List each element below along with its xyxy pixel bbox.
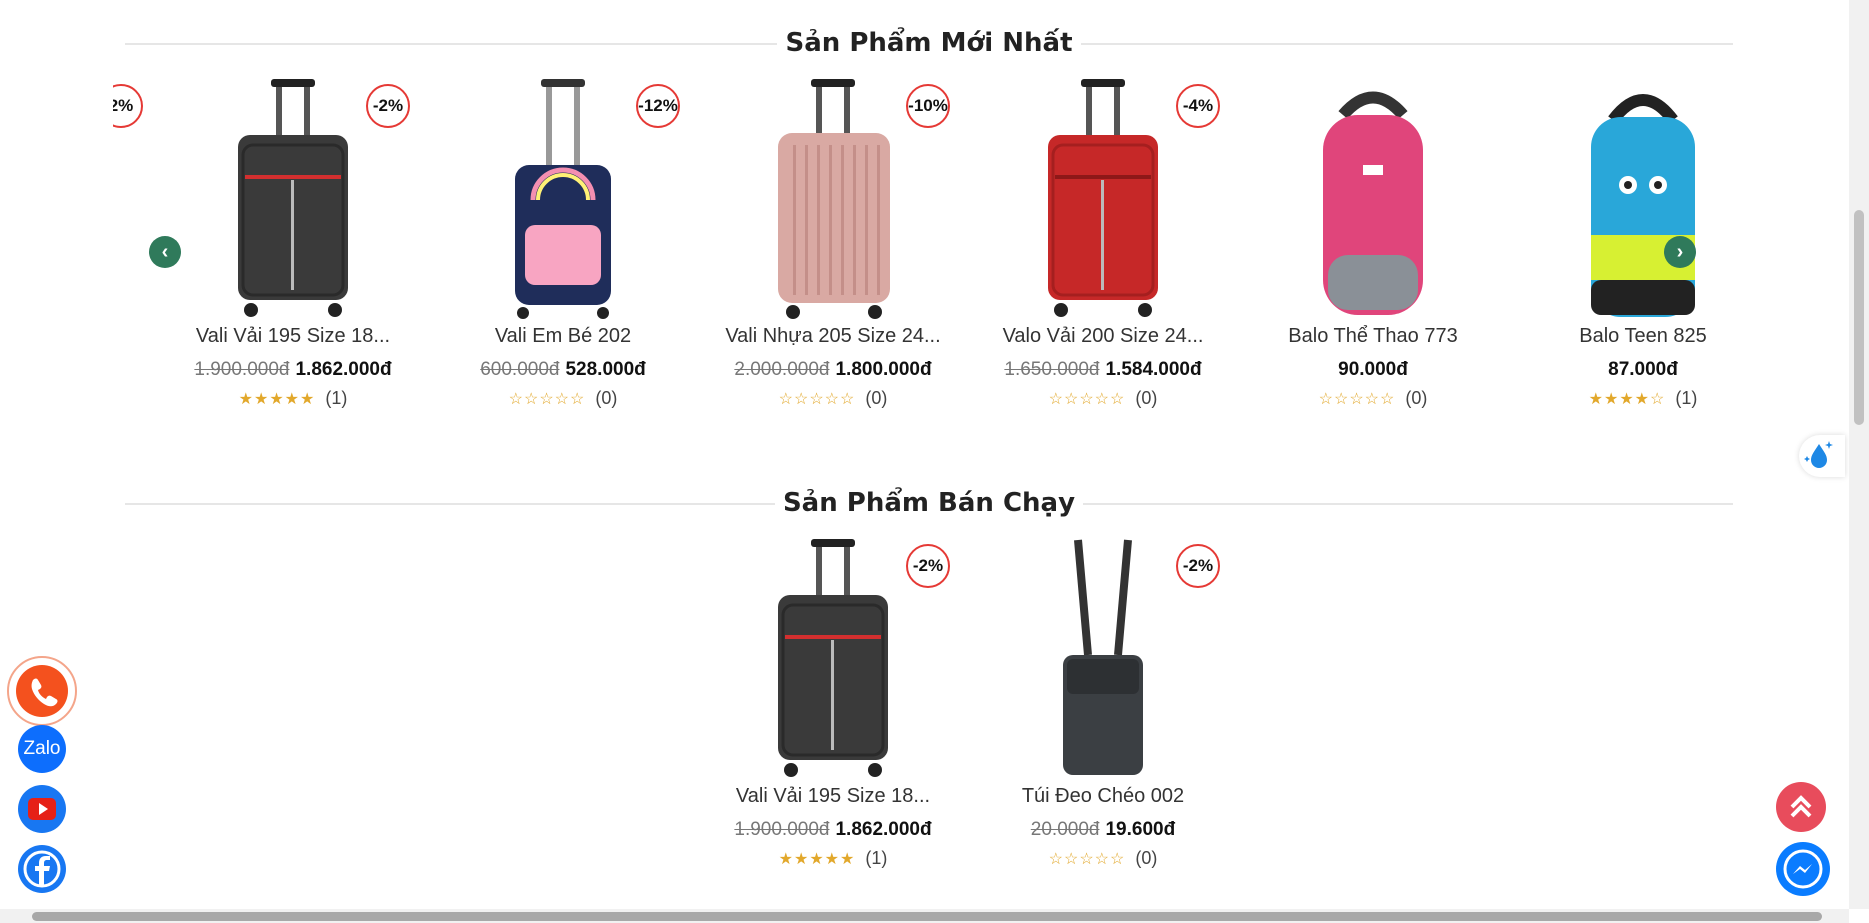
partial-discount-badge: 2% bbox=[113, 84, 143, 128]
sale-price: 1.800.000đ bbox=[835, 359, 932, 380]
theme-toggle-button[interactable] bbox=[1799, 435, 1845, 477]
best-products-list: -2% Vali Vải 195 Size 18... 1.900.000đ 1.86… bbox=[113, 535, 1735, 905]
old-price: 2.000.000đ bbox=[734, 359, 830, 380]
messenger-icon bbox=[1783, 849, 1823, 889]
phone-icon bbox=[16, 665, 68, 717]
horizontal-scrollbar[interactable] bbox=[0, 909, 1849, 923]
youtube-button[interactable] bbox=[18, 785, 66, 833]
product-rating: ☆☆☆☆☆ (0) bbox=[698, 388, 968, 409]
carousel-next-button[interactable]: › bbox=[1664, 236, 1696, 268]
double-chevron-up-icon bbox=[1790, 795, 1812, 818]
review-count: (1) bbox=[865, 848, 888, 868]
product-rating: ★★★★☆ (1) bbox=[1508, 388, 1735, 409]
section-new-title: Sản Phẩm Mới Nhất bbox=[125, 28, 1733, 58]
youtube-icon bbox=[18, 785, 66, 833]
rating-stars: ☆☆☆☆☆ bbox=[1048, 391, 1126, 408]
old-price: 1.650.000đ bbox=[1004, 359, 1100, 380]
carousel-prev-button[interactable]: ‹ bbox=[149, 236, 181, 268]
new-products-carousel: -2% Vali Vải 195 Size 18... 1.900.000đ 1.86… bbox=[113, 75, 1735, 445]
sale-price: 1.862.000đ bbox=[295, 359, 392, 380]
discount-badge: -2% bbox=[1176, 544, 1220, 588]
rating-stars: ☆☆☆☆☆ bbox=[1318, 391, 1396, 408]
sale-price: 1.584.000đ bbox=[1105, 359, 1202, 380]
vertical-scrollbar-thumb[interactable] bbox=[1854, 210, 1864, 425]
product-price: 87.000đ bbox=[1508, 359, 1735, 381]
product-name[interactable]: Vali Em Bé 202 bbox=[428, 325, 698, 348]
product-card[interactable]: Balo Thể Thao 773 90.000đ ☆☆☆☆☆ (0) bbox=[1238, 75, 1508, 445]
product-card[interactable]: -2% Túi Đeo Chéo 002 20.000đ 19.600đ ☆☆☆☆☆ (0… bbox=[968, 535, 1238, 905]
old-price: 20.000đ bbox=[1030, 819, 1100, 840]
product-name[interactable]: Valo Vải 200 Size 24... bbox=[968, 325, 1238, 348]
review-count: (0) bbox=[1135, 388, 1158, 408]
rating-stars: ☆☆☆☆☆ bbox=[778, 391, 856, 408]
product-price: 600.000đ 528.000đ bbox=[428, 359, 698, 381]
product-price: 1.900.000đ 1.862.000đ bbox=[158, 359, 428, 381]
discount-badge: -2% bbox=[366, 84, 410, 128]
sale-price: 528.000đ bbox=[565, 359, 646, 380]
facebook-icon bbox=[23, 850, 61, 888]
discount-badge: -12% bbox=[636, 84, 680, 128]
section-best-title: Sản Phẩm Bán Chạy bbox=[125, 488, 1733, 518]
product-card[interactable]: -4% Valo Vải 200 Size 24... 1.650.000đ 1.58… bbox=[968, 75, 1238, 445]
sale-price: 87.000đ bbox=[1608, 359, 1678, 380]
product-price: 20.000đ 19.600đ bbox=[968, 819, 1238, 841]
review-count: (0) bbox=[1405, 388, 1428, 408]
product-name[interactable]: Túi Đeo Chéo 002 bbox=[968, 785, 1238, 808]
product-price: 90.000đ bbox=[1238, 359, 1508, 381]
review-count: (1) bbox=[325, 388, 348, 408]
vertical-scrollbar[interactable] bbox=[1849, 0, 1869, 909]
product-card[interactable]: -10% Vali Nhựa 205 Size 24... 2.000.000đ 1.… bbox=[698, 75, 968, 445]
product-price: 2.000.000đ 1.800.000đ bbox=[698, 359, 968, 381]
product-rating: ★★★★★ (1) bbox=[698, 848, 968, 869]
product-price: 1.900.000đ 1.862.000đ bbox=[698, 819, 968, 841]
rating-stars: ☆☆☆☆☆ bbox=[508, 391, 586, 408]
product-name[interactable]: Balo Thể Thao 773 bbox=[1238, 325, 1508, 348]
review-count: (0) bbox=[595, 388, 618, 408]
product-name[interactable]: Vali Vải 195 Size 18... bbox=[698, 785, 968, 808]
review-count: (0) bbox=[1135, 848, 1158, 868]
product-name[interactable]: Balo Teen 825 bbox=[1508, 325, 1735, 348]
old-price: 1.900.000đ bbox=[734, 819, 830, 840]
zalo-button[interactable]: Zalo bbox=[18, 725, 66, 773]
product-rating: ☆☆☆☆☆ (0) bbox=[428, 388, 698, 409]
water-drop-icon bbox=[1804, 441, 1833, 468]
product-rating: ☆☆☆☆☆ (0) bbox=[968, 388, 1238, 409]
product-price: 1.650.000đ 1.584.000đ bbox=[968, 359, 1238, 381]
rating-stars: ★★★★★ bbox=[778, 851, 856, 868]
product-card[interactable]: -12% Vali Em Bé 202 600.000đ 528.000đ ☆☆☆☆☆ (… bbox=[428, 75, 698, 445]
horizontal-scrollbar-thumb[interactable] bbox=[32, 912, 1822, 921]
product-card[interactable]: Balo Teen 825 87.000đ ★★★★☆ (1) bbox=[1508, 75, 1735, 445]
discount-badge: -4% bbox=[1176, 84, 1220, 128]
rating-stars: ☆☆☆☆☆ bbox=[1048, 851, 1126, 868]
review-count: (0) bbox=[865, 388, 888, 408]
product-name[interactable]: Vali Nhựa 205 Size 24... bbox=[698, 325, 968, 348]
product-rating: ☆☆☆☆☆ (0) bbox=[968, 848, 1238, 869]
product-rating: ☆☆☆☆☆ (0) bbox=[1238, 388, 1508, 409]
old-price: 600.000đ bbox=[480, 359, 560, 380]
product-card[interactable]: -2% Vali Vải 195 Size 18... 1.900.000đ 1.86… bbox=[698, 535, 968, 905]
product-image[interactable] bbox=[1533, 75, 1735, 325]
review-count: (1) bbox=[1675, 388, 1698, 408]
product-image[interactable] bbox=[1263, 75, 1483, 325]
sale-price: 1.862.000đ bbox=[835, 819, 932, 840]
discount-badge: -10% bbox=[906, 84, 950, 128]
back-to-top-button[interactable] bbox=[1776, 782, 1826, 832]
discount-badge: -2% bbox=[906, 544, 950, 588]
page: Sản Phẩm Mới Nhất -2% Vali Vải 195 Size 1… bbox=[0, 0, 1869, 909]
product-rating: ★★★★★ (1) bbox=[158, 388, 428, 409]
product-card[interactable]: -2% Vali Vải 195 Size 18... 1.900.000đ 1.86… bbox=[158, 75, 428, 445]
section-new-heading: Sản Phẩm Mới Nhất bbox=[777, 28, 1081, 58]
zalo-label: Zalo bbox=[23, 738, 61, 759]
facebook-button[interactable] bbox=[18, 845, 66, 893]
messenger-button[interactable] bbox=[1776, 842, 1830, 896]
sale-price: 90.000đ bbox=[1338, 359, 1408, 380]
product-name[interactable]: Vali Vải 195 Size 18... bbox=[158, 325, 428, 348]
section-best-heading: Sản Phẩm Bán Chạy bbox=[774, 488, 1084, 518]
rating-stars: ★★★★☆ bbox=[1588, 391, 1666, 408]
sale-price: 19.600đ bbox=[1105, 819, 1176, 840]
phone-call-button[interactable] bbox=[7, 656, 77, 726]
rating-stars: ★★★★★ bbox=[238, 391, 316, 408]
old-price: 1.900.000đ bbox=[194, 359, 290, 380]
